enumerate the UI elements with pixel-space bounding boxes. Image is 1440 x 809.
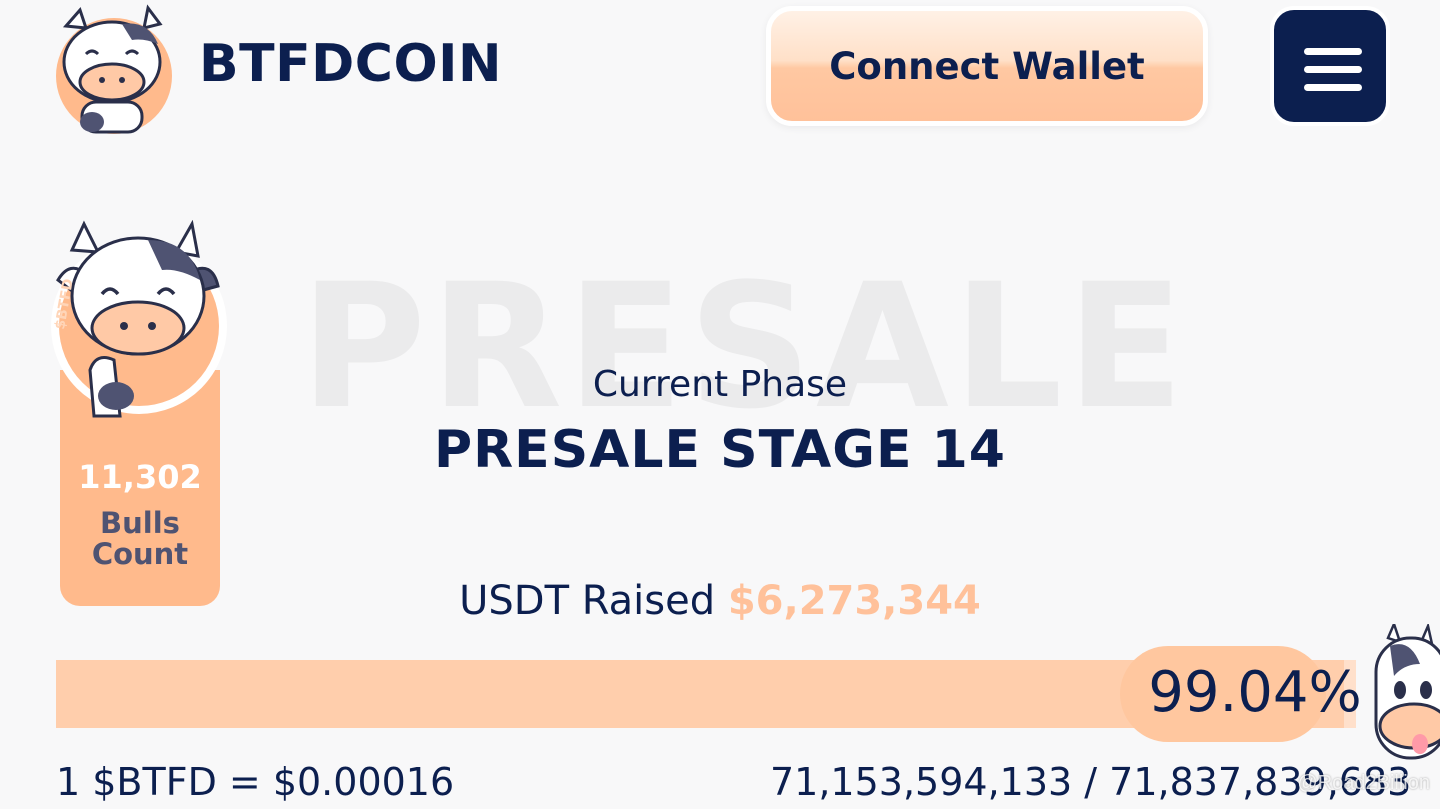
connect-wallet-button[interactable]: Connect Wallet	[766, 6, 1208, 126]
cow-peek-icon	[1370, 620, 1440, 764]
current-phase-label: Current Phase	[592, 364, 848, 405]
progress-percent: 99.04%	[1148, 660, 1362, 725]
bulls-count-label: Bulls Count	[91, 506, 189, 571]
cow-mascot-icon: $BTFD	[50, 219, 228, 426]
presale-stage-title: PRESALE STAGE 14	[434, 420, 1006, 480]
menu-button[interactable]	[1270, 6, 1390, 126]
bulls-count-value: 11,302	[78, 458, 202, 496]
usdt-raised: USDT Raised $6,273,344	[320, 578, 1120, 624]
usdt-raised-amount: $6,273,344	[727, 578, 981, 624]
presale-page: BTFDCOIN Connect Wallet PRESALE $BTFD 11…	[0, 0, 1440, 809]
token-price: 1 $BTFD = $0.00016	[56, 760, 455, 804]
presale-watermark: PRESALE	[300, 246, 1189, 447]
usdt-raised-label: USDT Raised	[459, 578, 716, 624]
brand-name[interactable]: BTFDCOIN	[199, 33, 502, 95]
watermark-credit: @Road2Billion	[1297, 772, 1430, 794]
cow-logo-icon[interactable]	[52, 4, 174, 136]
